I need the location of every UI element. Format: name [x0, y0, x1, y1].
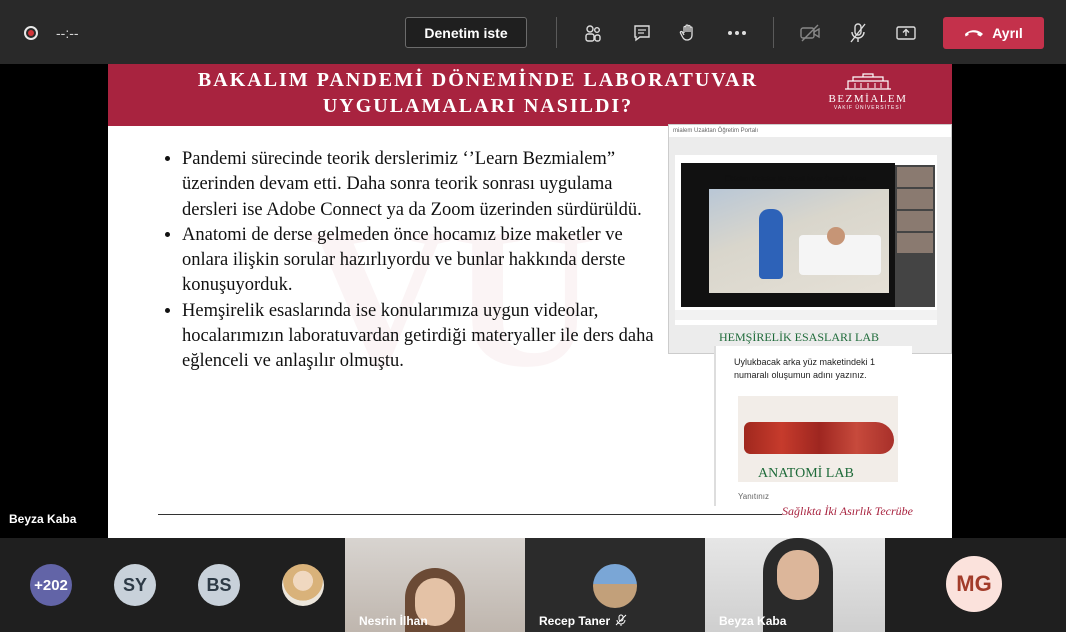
participant-name: Beyza Kaba: [719, 614, 787, 628]
nurse-video-frame: [709, 189, 889, 293]
leg-muscle-model: [744, 422, 894, 454]
toolbar-divider: [556, 17, 557, 48]
raise-hand-icon[interactable]: [675, 20, 701, 46]
patient-figure: [827, 227, 845, 245]
participant-video-face: [777, 550, 819, 600]
participants-icon[interactable]: [580, 20, 606, 46]
participant-avatar-mg[interactable]: MG: [946, 556, 1002, 612]
lms-screenshot: mialem Uzaktan Öğretim Portalı ❏Kalıcı K…: [668, 124, 952, 354]
lms-title-bar: mialem Uzaktan Öğretim Portalı: [669, 125, 951, 137]
participant-name: Nesrin İlhan: [359, 614, 428, 628]
mic-off-icon[interactable]: [845, 20, 871, 46]
more-participants-badge[interactable]: +202: [30, 564, 72, 606]
video-title: ❏Kalıcı Kateter ile Steril İdrar Örneği …: [725, 176, 867, 183]
logo-subtext: VAKIF ÜNİVERSİTESİ: [833, 105, 903, 111]
shared-slide: BAKALIM PANDEMİ DÖNEMİNDE LABORATUVAR UY…: [108, 64, 952, 538]
slide-bullet: Anatomi de derse gelmeden önce hocamız b…: [182, 223, 662, 299]
slide-title-line1: BAKALIM PANDEMİ DÖNEMİNDE LABORATUVAR: [197, 69, 759, 91]
participant-tile[interactable]: Nesrin İlhan: [345, 538, 525, 632]
slide-bullet: Hemşirelik esaslarında ise konularımıza …: [182, 299, 662, 375]
slide-header: BAKALIM PANDEMİ DÖNEMİNDE LABORATUVAR UY…: [108, 64, 952, 126]
hang-up-icon: [965, 30, 984, 37]
webcam-thumb: [897, 233, 933, 253]
participant-tile[interactable]: Recep Taner: [525, 538, 705, 632]
anatomy-lab-label: ANATOMİ LAB: [758, 466, 854, 481]
slide-title: BAKALIM PANDEMİ DÖNEMİNDE LABORATUVAR UY…: [138, 67, 818, 119]
participant-avatar-bs[interactable]: BS: [198, 564, 240, 606]
participant-name: Recep Taner: [539, 614, 611, 628]
slide-title-line2: UYGULAMALARI NASILDI?: [322, 95, 634, 117]
participant-photo-avatar[interactable]: [282, 564, 324, 606]
meeting-toolbar: --:-- Denetim iste Ayrıl: [0, 0, 1066, 64]
participant-tile[interactable]: Beyza Kaba: [705, 538, 885, 632]
anatomy-quiz-screenshot: Uylukbacak arka yüz maketindeki 1 numara…: [714, 346, 912, 506]
quiz-question: Uylukbacak arka yüz maketindeki 1 numara…: [734, 357, 876, 380]
participant-photo-avatar: [593, 564, 637, 608]
quiz-answer-label: Yanıtınız: [738, 492, 769, 501]
meeting-timer: --:--: [56, 25, 79, 41]
camera-off-icon[interactable]: [797, 20, 823, 46]
muted-mic-icon: [615, 614, 627, 626]
leave-label: Ayrıl: [992, 25, 1023, 41]
webcam-thumb: [897, 167, 933, 187]
toolbar-divider: [773, 17, 774, 48]
request-control-button[interactable]: Denetim iste: [405, 17, 527, 48]
chat-icon[interactable]: [629, 20, 655, 46]
slide-bullet-list: Pandemi sürecinde teorik derslerimiz ‘’L…: [158, 147, 662, 375]
slide-footer-line: [158, 514, 782, 515]
webcam-thumb: [897, 189, 933, 209]
presenter-name: Beyza Kaba: [9, 512, 77, 526]
leave-button[interactable]: Ayrıl: [943, 17, 1044, 49]
logo-text: BEZMİALEM: [828, 93, 908, 105]
player-controls: [675, 310, 937, 320]
building-logo-icon: [845, 73, 891, 90]
slide-footer-text: Sağlıkta İki Asırlık Tecrübe: [782, 504, 913, 518]
more-options-icon[interactable]: [724, 20, 750, 46]
webcam-thumb: [897, 211, 933, 231]
share-screen-icon[interactable]: [893, 20, 919, 46]
webcam-column: [895, 165, 935, 307]
slide-bullet: Pandemi sürecinde teorik derslerimiz ‘’L…: [182, 147, 662, 223]
nurse-figure: [759, 209, 783, 279]
recording-indicator-icon: [24, 26, 38, 40]
nursing-lab-label: HEMŞİRELİK ESASLARI LAB: [719, 330, 880, 344]
university-logo: BEZMİALEM VAKIF ÜNİVERSİTESİ: [828, 72, 908, 122]
participant-avatar-sy[interactable]: SY: [114, 564, 156, 606]
